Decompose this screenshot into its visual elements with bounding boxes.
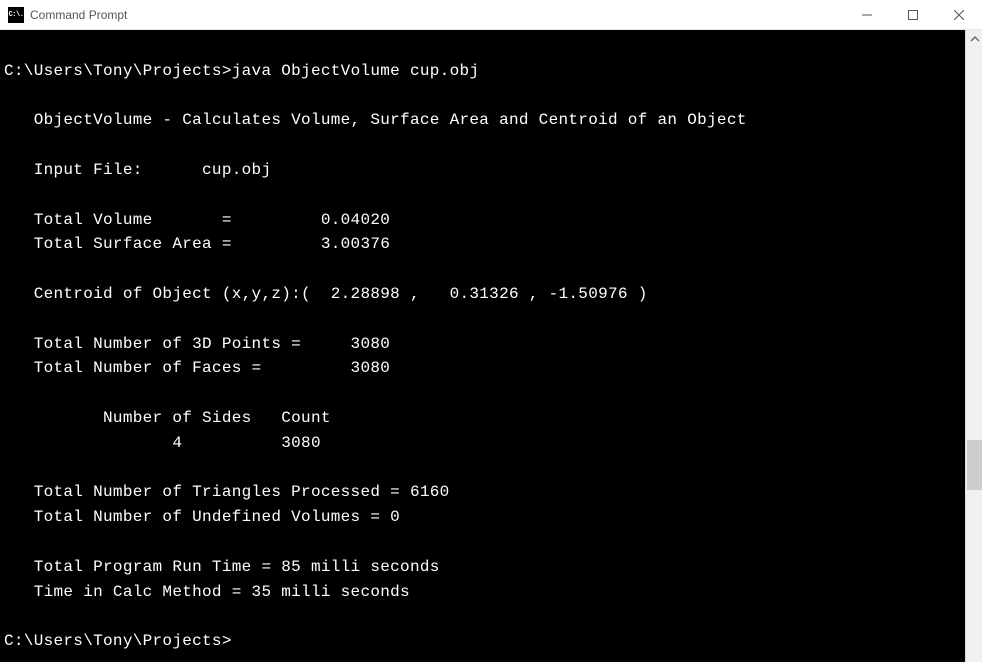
close-icon xyxy=(954,10,964,20)
cmd-icon-text: C:\. xyxy=(9,11,24,19)
output-calctime: Time in Calc Method = 35 milli seconds xyxy=(4,583,410,601)
prompt-command: java ObjectVolume cup.obj xyxy=(232,62,480,80)
output-surface-area: Total Surface Area = 3.00376 xyxy=(4,235,390,253)
scrollbar-up-button[interactable] xyxy=(966,30,982,47)
output-runtime: Total Program Run Time = 85 milli second… xyxy=(4,558,440,576)
window-title: Command Prompt xyxy=(30,8,844,22)
output-centroid: Centroid of Object (x,y,z):( 2.28898 , 0… xyxy=(4,285,648,303)
output-faces: Total Number of Faces = 3080 xyxy=(4,359,390,377)
terminal-container: C:\Users\Tony\Projects>java ObjectVolume… xyxy=(0,30,982,662)
output-input-file: Input File: cup.obj xyxy=(4,161,271,179)
cmd-icon: C:\. xyxy=(8,7,24,23)
output-sides-header: Number of Sides Count xyxy=(4,409,331,427)
vertical-scrollbar[interactable] xyxy=(965,30,982,662)
minimize-button[interactable] xyxy=(844,0,890,29)
prompt-line-1: C:\Users\Tony\Projects>java ObjectVolume… xyxy=(4,62,479,80)
output-triangles: Total Number of Triangles Processed = 61… xyxy=(4,483,450,501)
window-controls xyxy=(844,0,982,29)
output-points: Total Number of 3D Points = 3080 xyxy=(4,335,390,353)
output-undefined: Total Number of Undefined Volumes = 0 xyxy=(4,508,400,526)
close-button[interactable] xyxy=(936,0,982,29)
prompt-path: C:\Users\Tony\Projects> xyxy=(4,62,232,80)
window-titlebar[interactable]: C:\. Command Prompt xyxy=(0,0,982,30)
terminal-output[interactable]: C:\Users\Tony\Projects>java ObjectVolume… xyxy=(0,30,965,662)
prompt-line-2: C:\Users\Tony\Projects> xyxy=(4,632,241,650)
output-volume: Total Volume = 0.04020 xyxy=(4,211,390,229)
output-header: ObjectVolume - Calculates Volume, Surfac… xyxy=(4,111,747,129)
scrollbar-thumb[interactable] xyxy=(967,440,982,490)
maximize-button[interactable] xyxy=(890,0,936,29)
cursor xyxy=(232,632,241,650)
maximize-icon xyxy=(908,10,918,20)
prompt-path: C:\Users\Tony\Projects> xyxy=(4,632,232,650)
chevron-up-icon xyxy=(970,34,980,44)
output-sides-row: 4 3080 xyxy=(4,434,321,452)
minimize-icon xyxy=(862,10,872,20)
